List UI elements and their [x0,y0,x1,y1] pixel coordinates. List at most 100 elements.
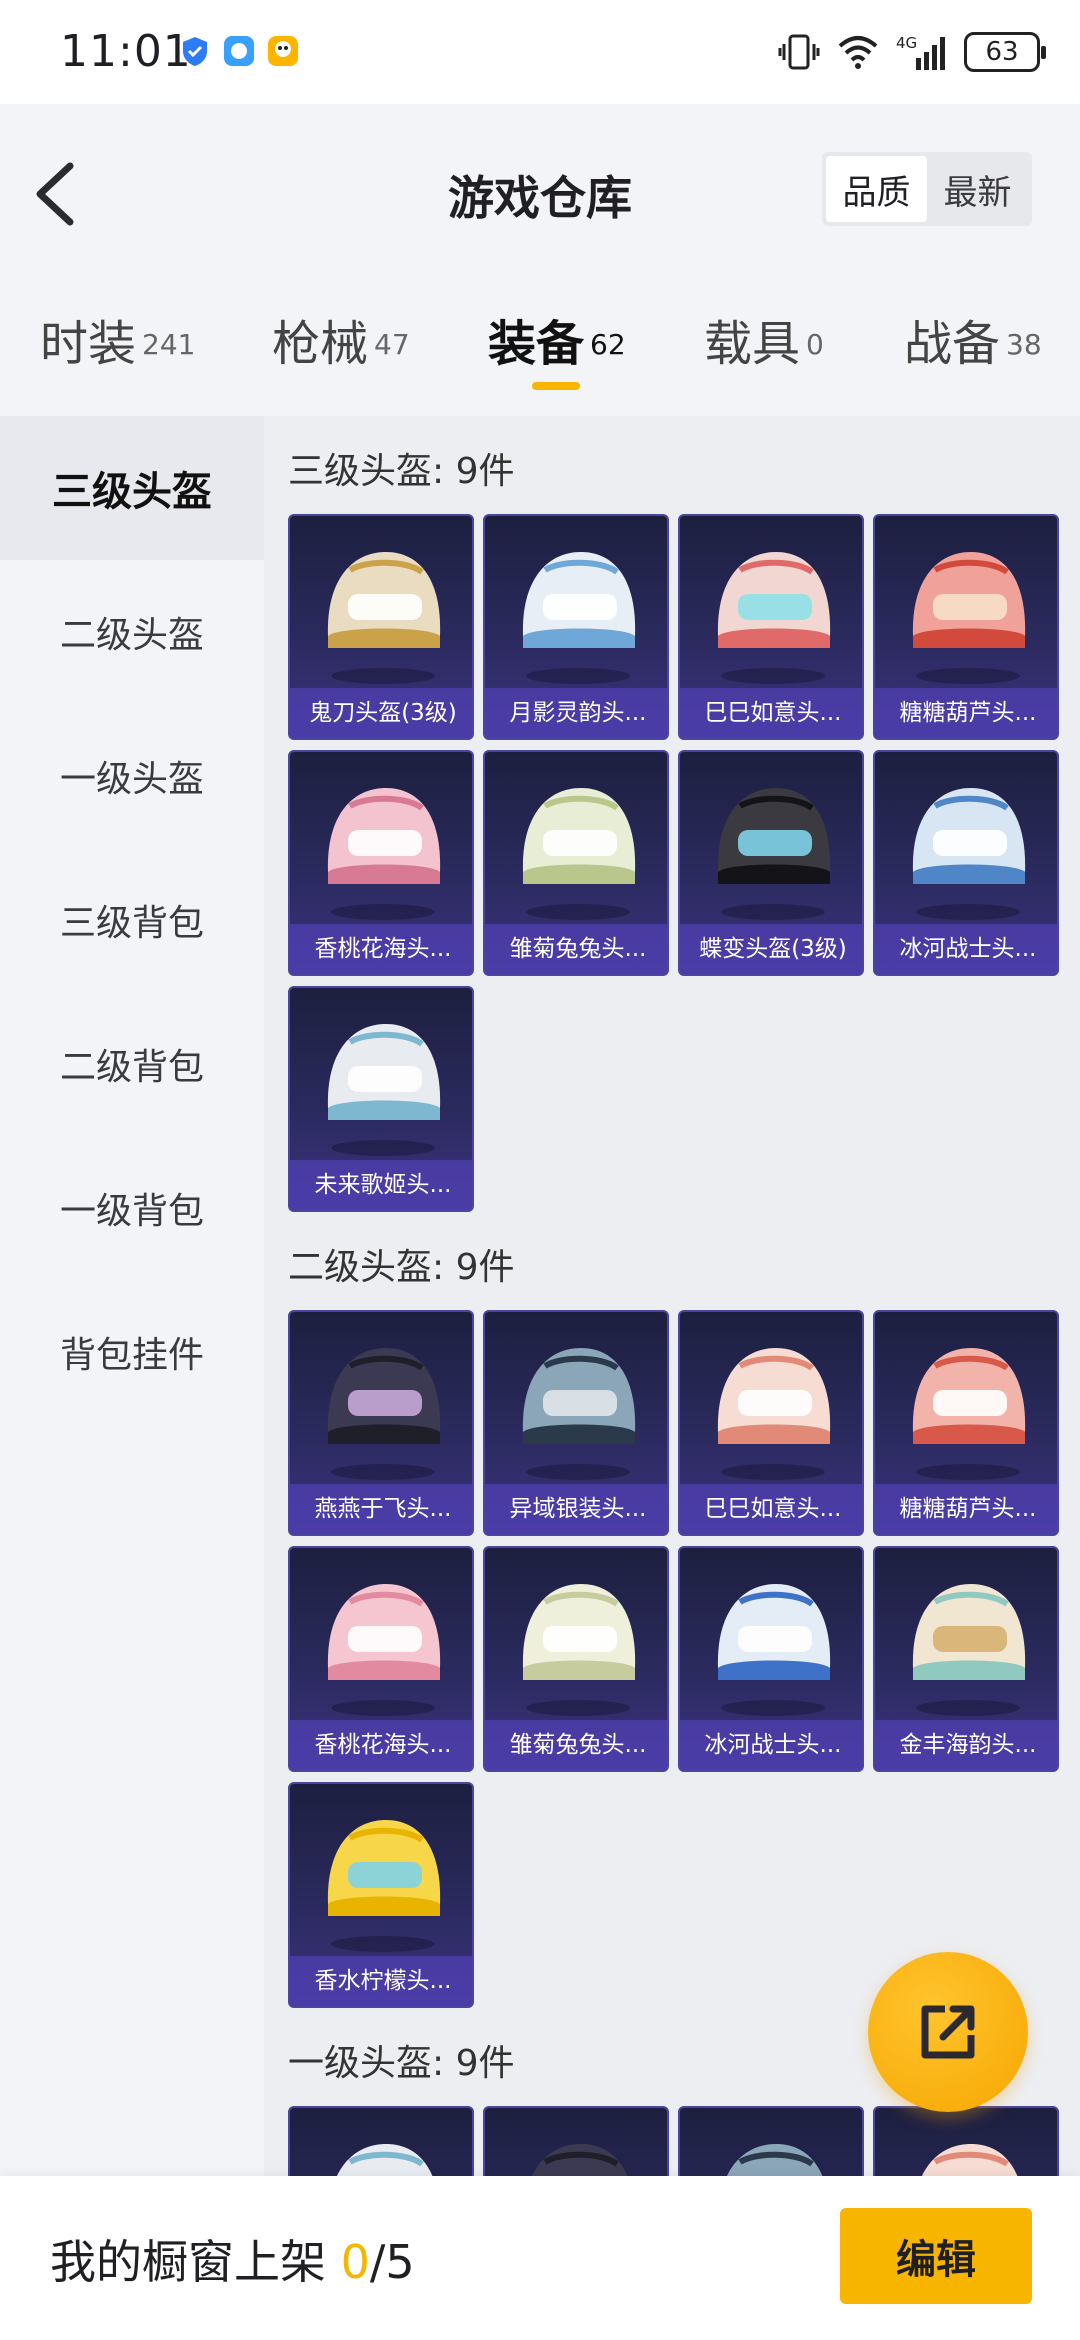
battery-level: 63 [985,37,1019,67]
helmet-icon [327,1584,441,1716]
item-name: 冰河战士头... [680,1720,862,1770]
item-card[interactable] [288,2106,474,2176]
item-card[interactable]: 异域银装头... [483,1310,669,1536]
vibrate-icon [778,34,820,70]
share-button[interactable] [868,1952,1028,2112]
sort-quality-button[interactable]: 品质 [826,156,927,222]
item-card[interactable]: 雏菊兔兔头... [483,1546,669,1772]
signal-4g-icon: 4G [896,34,945,70]
helmet-icon [522,788,636,920]
showcase-total: /5 [369,2235,415,2289]
item-name: 香桃花海头... [290,924,472,974]
item-card[interactable] [483,2106,669,2176]
helmet-icon [912,1584,1026,1716]
item-name: 鬼刀头盔(3级) [290,688,472,738]
sidebar-item-backpack-charm[interactable]: 背包挂件 [0,1280,264,1424]
item-card[interactable] [873,2106,1059,2176]
item-card[interactable]: 香桃花海头... [288,1546,474,1772]
tab-fashion[interactable]: 时装 241 [40,304,195,404]
sidebar-item-lv2-helmet[interactable]: 二级头盔 [0,560,264,704]
item-name: 雏菊兔兔头... [485,924,667,974]
item-card[interactable]: 蝶变头盔(3级) [678,750,864,976]
edit-button[interactable]: 编辑 [840,2208,1032,2304]
helmet-icon [522,1348,636,1480]
helmet-icon [532,2144,628,2176]
bottom-bar: 我的橱窗上架 0/5 编辑 [0,2176,1080,2340]
item-card[interactable]: 冰河战士头... [678,1546,864,1772]
item-card[interactable]: 燕燕于飞头... [288,1310,474,1536]
page-header: 游戏仓库 品质 最新 时装 241 枪械 47 装备 62 载具 0 战备 38 [0,104,1080,416]
wifi-icon [838,36,878,69]
item-grid-area: 三级头盔: 9件 鬼刀头盔(3级) 月影灵韵头... 巳巳如意头... 糖糖葫芦头..… [264,416,1080,2176]
sidebar-item-lv2-backpack[interactable]: 二级背包 [0,992,264,1136]
helmet-icon [522,1584,636,1716]
helmet-icon [717,788,831,920]
section-title-lv2: 二级头盔: 9件 [288,1247,515,1288]
item-name: 雏菊兔兔头... [485,1720,667,1770]
item-card[interactable]: 糖糖葫芦头... [873,1310,1059,1536]
item-card[interactable]: 冰河战士头... [873,750,1059,976]
helmet-icon [717,552,831,684]
tab-vehicles[interactable]: 载具 0 [704,304,824,404]
section-title-lv3: 三级头盔: 9件 [288,451,515,492]
sidebar-item-lv1-helmet[interactable]: 一级头盔 [0,704,264,848]
item-card[interactable]: 糖糖葫芦头... [873,514,1059,740]
showcase-shelved-count: 0 [340,2235,370,2289]
item-card[interactable]: 金丰海韵头... [873,1546,1059,1772]
helmet-icon [337,2144,433,2176]
item-card[interactable]: 巳巳如意头... [678,514,864,740]
active-tab-indicator [532,382,580,390]
item-name: 蝶变头盔(3级) [680,924,862,974]
item-card[interactable]: 雏菊兔兔头... [483,750,669,976]
item-name: 糖糖葫芦头... [875,688,1057,738]
item-name: 金丰海韵头... [875,1720,1057,1770]
tab-label: 时装 [40,316,137,372]
helmet-icon [717,1584,831,1716]
sort-newest-button[interactable]: 最新 [927,156,1028,222]
section-title-lv1: 一级头盔: 9件 [288,2043,515,2084]
sort-toggle: 品质 最新 [822,152,1032,226]
item-name: 未来歌姬头... [290,1160,472,1210]
showcase-label: 我的橱窗上架 [50,2235,326,2289]
item-name: 巳巳如意头... [680,688,862,738]
share-external-icon [921,2005,975,2059]
sidebar-item-lv3-backpack[interactable]: 三级背包 [0,848,264,992]
item-card[interactable]: 巳巳如意头... [678,1310,864,1536]
item-name: 香水柠檬头... [290,1956,472,2006]
helmet-icon [922,2144,1018,2176]
sidebar: 三级头盔 二级头盔 一级头盔 三级背包 二级背包 一级背包 背包挂件 [0,416,264,2176]
tab-supplies[interactable]: 战备 38 [904,304,1042,404]
showcase-status: 我的橱窗上架 0/5 [50,2226,415,2292]
item-card[interactable]: 月影灵韵头... [483,514,669,740]
status-time: 11:01 [60,26,192,77]
helmet-icon [327,1024,441,1156]
helmet-icon [522,552,636,684]
tab-count: 62 [590,327,626,361]
helmet-icon [327,1348,441,1480]
item-card[interactable]: 鬼刀头盔(3级) [288,514,474,740]
tab-count: 38 [1006,327,1042,361]
shield-app-icon [183,37,207,66]
helmet-icon [727,2144,823,2176]
status-bar: 11:01 4G 63 [0,0,1080,104]
helmet-icon [327,788,441,920]
tab-label: 载具 [704,316,801,372]
tab-firearms[interactable]: 枪械 47 [272,304,410,404]
helmet-icon [912,552,1026,684]
item-card[interactable] [678,2106,864,2176]
item-name: 香桃花海头... [290,1720,472,1770]
tab-label: 装备 [488,316,585,372]
item-name: 糖糖葫芦头... [875,1484,1057,1534]
helmet-icon [912,788,1026,920]
tab-count: 0 [806,327,824,361]
network-type: 4G [896,34,917,52]
sidebar-item-lv3-helmet[interactable]: 三级头盔 [0,416,264,560]
item-name: 巳巳如意头... [680,1484,862,1534]
item-name: 燕燕于飞头... [290,1484,472,1534]
item-card[interactable]: 未来歌姬头... [288,986,474,1212]
sidebar-item-lv1-backpack[interactable]: 一级背包 [0,1136,264,1280]
tab-label: 枪械 [272,316,369,372]
item-card[interactable]: 香桃花海头... [288,750,474,976]
warehouse-screen: 11:01 4G 63 游戏仓库 品质 最新 时装 241 枪械 47 装备 6… [0,0,1080,2340]
item-card[interactable]: 香水柠檬头... [288,1782,474,2008]
